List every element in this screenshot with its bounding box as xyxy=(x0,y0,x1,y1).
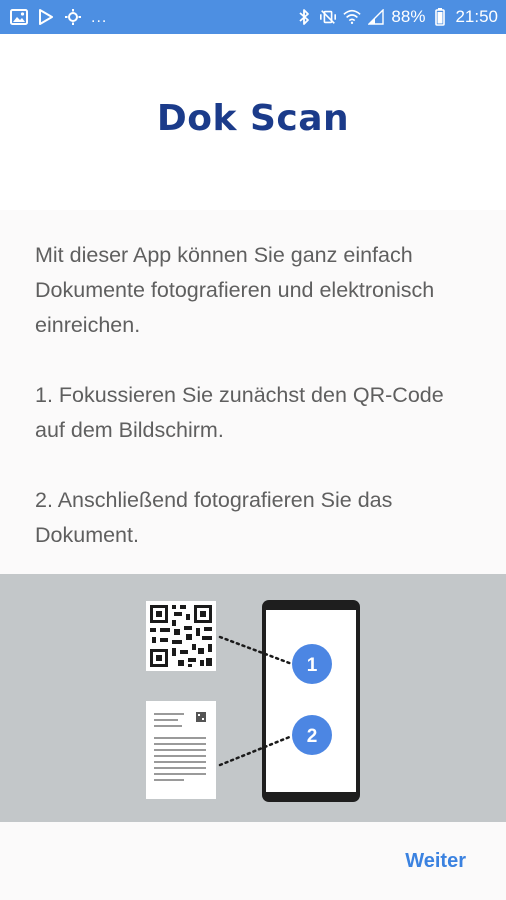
battery-percentage: 88% xyxy=(391,7,426,26)
document-qr-icon xyxy=(196,712,206,722)
settings-sync-icon xyxy=(64,8,82,26)
document-card xyxy=(146,701,216,799)
app-header: Dok Scan xyxy=(0,34,506,210)
vibrate-mute-icon xyxy=(319,8,337,26)
more-notifications-indicator: ... xyxy=(91,9,108,26)
wifi-icon xyxy=(343,8,362,26)
notification-icons: ... xyxy=(10,7,295,27)
system-indicators: 88% 21:50 xyxy=(295,7,498,27)
step-marker-2-label: 2 xyxy=(307,726,318,747)
bluetooth-icon xyxy=(295,8,313,26)
intro-paragraph: Mit dieser App können Sie ganz einfach D… xyxy=(35,243,435,337)
intro-text: Mit dieser App können Sie ganz einfach D… xyxy=(35,238,475,588)
status-bar: ... 88% 21:50 xyxy=(0,0,506,34)
clock: 21:50 xyxy=(455,7,498,26)
footer-bar: Weiter xyxy=(0,822,506,900)
phone-illustration xyxy=(262,600,360,802)
step-marker-1-label: 1 xyxy=(307,655,318,676)
step-2-text: 2. Anschließend fotografieren Sie das Do… xyxy=(35,488,393,547)
scan-instructions-illustration: 1 2 xyxy=(0,574,506,822)
qr-code-card xyxy=(146,601,216,671)
play-store-icon xyxy=(37,8,55,26)
image-icon xyxy=(10,8,28,26)
next-button[interactable]: Weiter xyxy=(405,850,466,873)
battery-icon xyxy=(431,8,449,26)
step-1-text: 1. Fokussieren Sie zunächst den QR-Code … xyxy=(35,383,444,442)
signal-icon xyxy=(367,8,385,26)
app-title: Dok Scan xyxy=(156,98,350,139)
